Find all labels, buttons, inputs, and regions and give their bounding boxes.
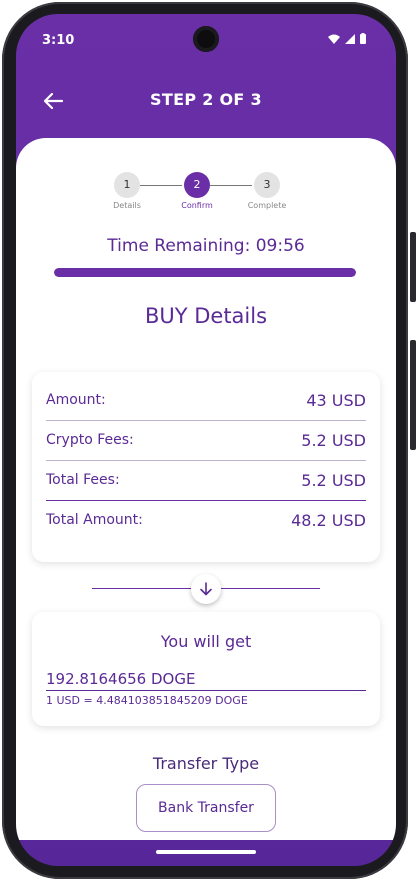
- detail-value: 43 USD: [306, 390, 366, 410]
- detail-label: Crypto Fees:: [46, 432, 134, 448]
- header: STEP 2 OF 3: [16, 76, 396, 126]
- volume-button: [410, 232, 416, 302]
- stepper-connector: [210, 185, 252, 186]
- wifi-icon: [328, 34, 340, 44]
- status-icons: [328, 33, 366, 44]
- divider-line: [92, 588, 192, 589]
- step-label: Confirm: [181, 201, 213, 210]
- signal-icon: [345, 33, 355, 44]
- screen: 3:10 STEP 2 OF 3 1 Details 2 Confirm 3 C…: [16, 14, 396, 866]
- time-remaining: Time Remaining: 09:56: [107, 236, 305, 256]
- bank-transfer-button[interactable]: Bank Transfer: [136, 784, 276, 832]
- detail-value: 48.2 USD: [291, 510, 366, 530]
- detail-label: Total Fees:: [46, 472, 120, 488]
- detail-value: 5.2 USD: [301, 470, 366, 490]
- step-number: 1: [114, 172, 140, 198]
- stepper: 1 Details 2 Confirm 3 Complete: [113, 172, 304, 212]
- buy-details-title: BUY Details: [144, 304, 268, 328]
- detail-value: 5.2 USD: [301, 430, 366, 450]
- swap-button[interactable]: [191, 574, 221, 604]
- arrow-down-icon: [200, 582, 212, 596]
- timer-progress-bar: [54, 268, 356, 277]
- receive-card: You will get 192.8164656 DOGE 1 USD = 4.…: [32, 612, 380, 726]
- transfer-type-title: Transfer Type: [152, 754, 260, 773]
- status-time: 3:10: [42, 33, 75, 48]
- detail-row-total-fees: Total Fees: 5.2 USD: [46, 460, 366, 501]
- home-indicator[interactable]: [156, 850, 256, 854]
- detail-row-amount: Amount: 43 USD: [46, 380, 366, 421]
- detail-row-total-amount: Total Amount: 48.2 USD: [46, 500, 366, 540]
- camera-icon: [193, 26, 219, 52]
- step-number: 3: [254, 172, 280, 198]
- exchange-rate: 1 USD = 4.484103851845209 DOGE: [46, 694, 248, 707]
- step-label: Complete: [247, 201, 287, 210]
- receive-title: You will get: [160, 632, 252, 651]
- content-sheet: 1 Details 2 Confirm 3 Complete Time Rema…: [16, 138, 396, 840]
- stepper-connector: [140, 185, 182, 186]
- timer-progress-fill: [54, 268, 356, 277]
- step-complete: 3 Complete: [248, 172, 286, 210]
- detail-label: Total Amount:: [46, 512, 143, 528]
- divider-line: [220, 588, 320, 589]
- receive-amount: 192.8164656 DOGE: [46, 670, 366, 691]
- step-confirm: 2 Confirm: [181, 172, 213, 210]
- status-bar: 3:10: [16, 14, 396, 58]
- step-label: Details: [113, 201, 141, 210]
- detail-row-crypto-fees: Crypto Fees: 5.2 USD: [46, 420, 366, 461]
- page-title: STEP 2 OF 3: [150, 90, 262, 109]
- buy-details-card: Amount: 43 USD Crypto Fees: 5.2 USD Tota…: [32, 372, 380, 562]
- power-button: [410, 340, 416, 450]
- step-details: 1 Details: [113, 172, 141, 210]
- battery-icon: [360, 33, 366, 44]
- step-number: 2: [184, 172, 210, 198]
- detail-label: Amount:: [46, 392, 106, 408]
